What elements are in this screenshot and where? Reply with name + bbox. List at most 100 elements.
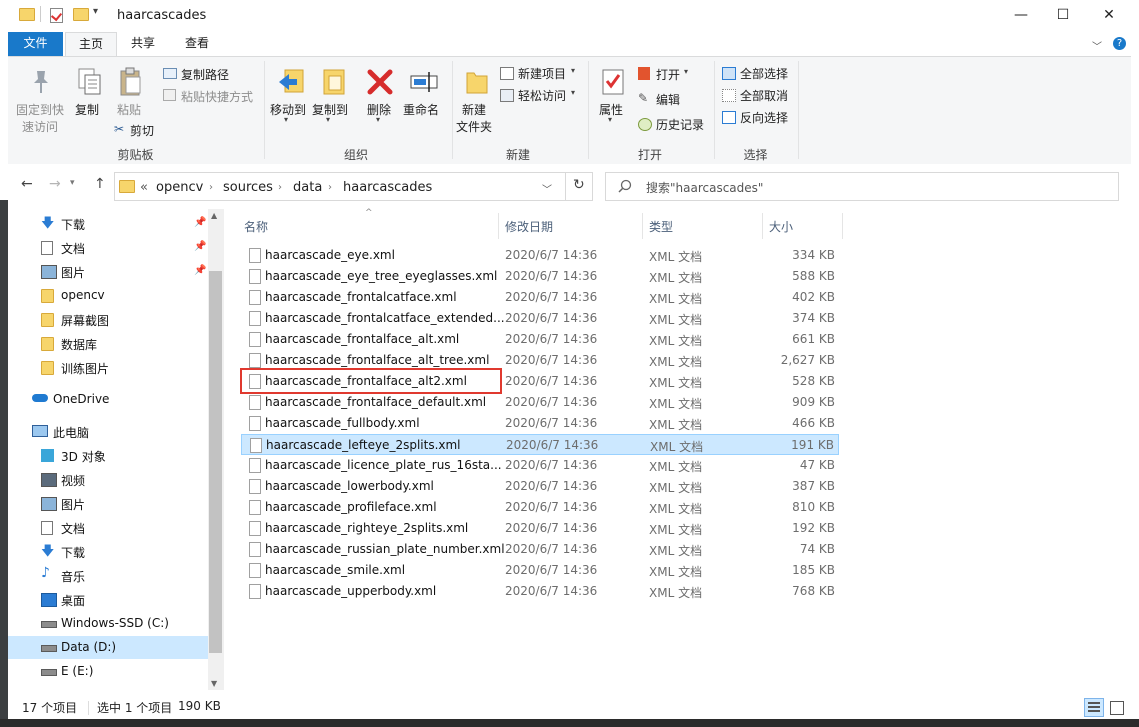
forward-arrow-icon[interactable]: →: [49, 176, 61, 192]
file-row[interactable]: haarcascade_upperbody.xml 2020/6/7 14:36 X…: [241, 581, 839, 602]
nav-item-database[interactable]: 数据库: [8, 332, 209, 355]
file-row[interactable]: haarcascade_lowerbody.xml 2020/6/7 14:36 X…: [241, 476, 839, 497]
file-row[interactable]: haarcascade_russian_plate_number.xml 2020…: [241, 539, 839, 560]
cut-button[interactable]: 剪切: [130, 122, 154, 139]
file-row[interactable]: haarcascade_frontalcatface.xml 2020/6/7 1…: [241, 287, 839, 308]
rename-icon: [409, 69, 439, 98]
nav-item-quick-documents[interactable]: 文档 📌: [8, 236, 209, 259]
breadcrumb-overflow[interactable]: «: [140, 180, 148, 195]
new-item-button[interactable]: 新建项目: [518, 65, 566, 82]
file-row[interactable]: haarcascade_frontalface_default.xml 2020/…: [241, 392, 839, 413]
maximize-button[interactable]: ☐: [1040, 0, 1086, 30]
recent-locations-chevron-icon[interactable]: ▾: [70, 178, 75, 188]
pin-icon[interactable]: 📌: [194, 265, 206, 276]
chevron-right-icon[interactable]: ›: [278, 182, 282, 193]
nav-item-screenshots[interactable]: 屏幕截图: [8, 308, 209, 331]
nav-item-drive-c[interactable]: Windows-SSD (C:): [8, 612, 209, 635]
file-row[interactable]: haarcascade_eye_tree_eyeglasses.xml 2020/…: [241, 266, 839, 287]
help-icon[interactable]: ?: [1113, 37, 1126, 50]
scroll-up-icon[interactable]: ▲: [211, 211, 217, 220]
nav-item-onedrive[interactable]: OneDrive: [8, 388, 209, 411]
nav-item-music[interactable]: ♪ 音乐: [8, 564, 209, 587]
refresh-button[interactable]: ↻: [565, 172, 593, 201]
paste-icon: [118, 67, 144, 100]
pin-icon[interactable]: 📌: [194, 217, 206, 228]
chevron-down-icon[interactable]: ﹀: [1092, 38, 1102, 53]
column-header-type[interactable]: 类型: [649, 218, 673, 235]
details-view-icon[interactable]: [1084, 698, 1104, 717]
tab-share[interactable]: 共享: [120, 32, 166, 56]
file-row[interactable]: haarcascade_smile.xml 2020/6/7 14:36 XML 文…: [241, 560, 839, 581]
select-all-button[interactable]: 全部选择: [740, 65, 788, 82]
file-row[interactable]: haarcascade_fullbody.xml 2020/6/7 14:36 XM…: [241, 413, 839, 434]
copy-path-button[interactable]: 复制路径: [181, 66, 229, 83]
pin-to-quick-access-label-1[interactable]: 固定到快: [16, 101, 64, 118]
back-arrow-icon[interactable]: ←: [21, 176, 33, 192]
pin-to-quick-access-label-2[interactable]: 速访问: [22, 118, 58, 135]
breadcrumb-sources[interactable]: sources: [223, 180, 273, 195]
column-divider[interactable]: [842, 213, 843, 239]
customize-quick-access-icon[interactable]: ▾: [93, 6, 98, 17]
file-row[interactable]: haarcascade_frontalcatface_extended... 20…: [241, 308, 839, 329]
nav-item-pictures[interactable]: 图片: [8, 492, 209, 515]
easy-access-button[interactable]: 轻松访问: [518, 87, 566, 104]
address-bar[interactable]: « opencv › sources › data › haarcascades…: [114, 172, 566, 201]
new-folder-quick-icon[interactable]: [73, 8, 89, 21]
tab-file[interactable]: 文件: [8, 32, 63, 56]
column-header-name[interactable]: 名称: [244, 218, 268, 235]
column-header-date[interactable]: 修改日期: [505, 218, 553, 235]
nav-item-videos[interactable]: 视频: [8, 468, 209, 491]
paste-button[interactable]: 粘贴: [117, 101, 141, 118]
chevron-right-icon[interactable]: ›: [209, 182, 213, 193]
column-divider[interactable]: [498, 213, 499, 239]
nav-item-drive-d[interactable]: Data (D:): [8, 636, 209, 659]
nav-item-quick-downloads[interactable]: 🡇 下载 📌: [8, 212, 209, 235]
properties-quick-icon[interactable]: [50, 8, 63, 23]
nav-item-quick-pictures[interactable]: 图片 📌: [8, 260, 209, 283]
pin-icon[interactable]: 📌: [194, 241, 206, 252]
tab-view[interactable]: 查看: [174, 32, 220, 56]
history-button[interactable]: 历史记录: [656, 116, 704, 133]
file-row[interactable]: haarcascade_righteye_2splits.xml 2020/6/7…: [241, 518, 839, 539]
new-folder-label-2[interactable]: 文件夹: [456, 118, 492, 135]
file-row[interactable]: haarcascade_frontalface_alt.xml 2020/6/7 …: [241, 329, 839, 350]
close-button[interactable]: ✕: [1086, 0, 1132, 30]
tab-home[interactable]: 主页: [65, 32, 117, 57]
nav-item-3d-objects[interactable]: 3D 对象: [8, 444, 209, 467]
video-icon: [41, 473, 57, 487]
scroll-down-icon[interactable]: ▼: [211, 679, 217, 688]
edit-button[interactable]: 编辑: [656, 91, 680, 108]
open-button[interactable]: 打开: [656, 66, 680, 83]
nav-item-documents[interactable]: 文档: [8, 516, 209, 539]
nav-item-opencv[interactable]: opencv: [8, 284, 209, 307]
up-arrow-icon[interactable]: ↑: [94, 176, 106, 192]
scrollbar-thumb[interactable]: [209, 271, 222, 653]
nav-item-drive-e[interactable]: E (E:): [8, 660, 209, 683]
new-folder-label-1[interactable]: 新建: [462, 101, 486, 118]
column-divider[interactable]: [642, 213, 643, 239]
large-icons-view-icon[interactable]: [1108, 699, 1124, 715]
column-divider[interactable]: [762, 213, 763, 239]
file-row[interactable]: haarcascade_licence_plate_rus_16sta... 20…: [241, 455, 839, 476]
copy-button[interactable]: 复制: [75, 101, 99, 118]
file-row[interactable]: haarcascade_eye.xml 2020/6/7 14:36 XML 文档 3…: [241, 245, 839, 266]
rename-button[interactable]: 重命名: [403, 101, 439, 118]
nav-item-this-pc[interactable]: 此电脑: [8, 420, 209, 443]
search-box[interactable]: 搜索"haarcascades": [605, 172, 1119, 201]
folder-icon: [41, 289, 54, 303]
nav-item-training-images[interactable]: 训练图片: [8, 356, 209, 379]
paste-shortcut-button[interactable]: 粘贴快捷方式: [181, 88, 253, 105]
file-row-selected[interactable]: haarcascade_lefteye_2splits.xml 2020/6/7 …: [241, 434, 839, 455]
column-header-size[interactable]: 大小: [769, 218, 793, 235]
nav-item-desktop[interactable]: 桌面: [8, 588, 209, 611]
breadcrumb-opencv[interactable]: opencv: [156, 180, 203, 195]
breadcrumb-haarcascades[interactable]: haarcascades: [343, 180, 432, 195]
nav-item-downloads[interactable]: 🡇 下载: [8, 540, 209, 563]
minimize-button[interactable]: —: [998, 0, 1044, 30]
file-row[interactable]: haarcascade_profileface.xml 2020/6/7 14:3…: [241, 497, 839, 518]
chevron-right-icon[interactable]: ›: [328, 182, 332, 193]
address-history-chevron-icon[interactable]: ﹀: [542, 181, 552, 196]
select-none-button[interactable]: 全部取消: [740, 87, 788, 104]
invert-selection-button[interactable]: 反向选择: [740, 109, 788, 126]
breadcrumb-data[interactable]: data: [293, 180, 322, 195]
